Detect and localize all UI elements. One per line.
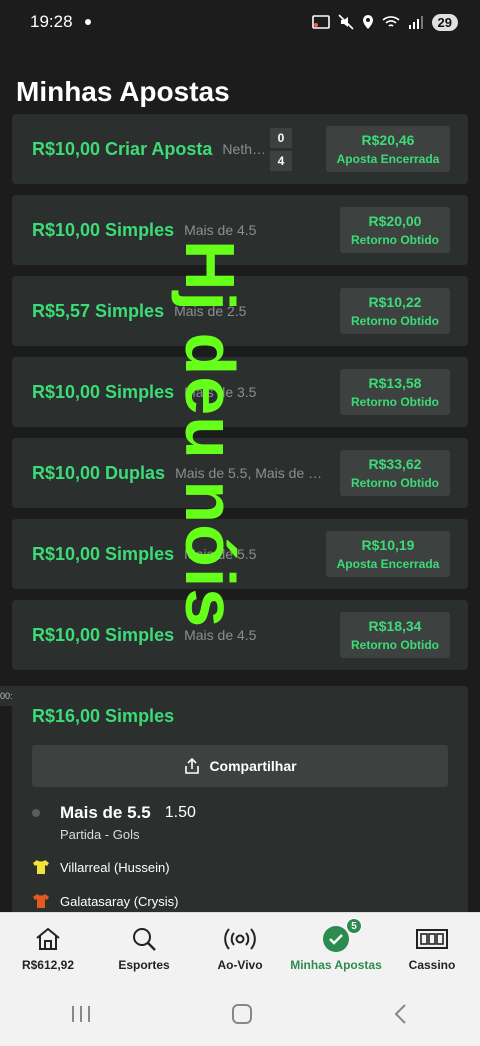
my-bets-badge: 5 — [346, 917, 362, 934]
bet-return-amount: R$20,00 — [368, 213, 422, 229]
back-icon[interactable] — [391, 1002, 411, 1026]
bet-return-amount: R$13,58 — [368, 375, 422, 391]
score-home: 0 — [270, 128, 292, 148]
expanded-bet-title: R$16,00 Simples — [32, 706, 175, 726]
bet-status: Retorno Obtido — [351, 395, 439, 409]
signal-icon — [408, 16, 423, 29]
bottom-nav: R$612,92 Esportes Ao-Vivo 5 Minhas Apost… — [0, 912, 480, 982]
bet-card[interactable]: R$10,00 Simples Mais de 4.5 R$20,00 Reto… — [12, 195, 468, 265]
bet-card[interactable]: R$10,00 Criar Aposta Nethe… 0 4 R$20,46 … — [12, 114, 468, 184]
bet-return-amount: R$10,19 — [361, 537, 415, 553]
nav-live[interactable]: Ao-Vivo — [192, 924, 288, 972]
notification-dot — [84, 19, 91, 25]
live-icon — [224, 927, 256, 950]
bet-title: R$10,00 Simples — [32, 543, 175, 564]
bet-subtitle: Nethe… — [222, 141, 271, 157]
nav-sports-label: Esportes — [118, 957, 170, 972]
nav-casino[interactable]: Cassino — [384, 924, 480, 972]
nav-home-label: R$612,92 — [21, 957, 75, 972]
clock: 19:28 — [30, 12, 73, 31]
bet-card[interactable]: R$5,57 Simples Mais de 2.5 R$10,22 Retor… — [12, 276, 468, 346]
bet-title: R$10,00 Simples — [32, 381, 175, 402]
status-bar: 19:28 29 — [0, 0, 480, 44]
bet-return-badge: R$33,62 Retorno Obtido — [340, 450, 450, 496]
bet-title: R$10,00 Simples — [32, 219, 175, 240]
slot-machine-icon — [416, 928, 448, 949]
team-name: Galatasaray (Crysis) — [60, 893, 179, 909]
nav-live-label: Ao-Vivo — [217, 957, 263, 972]
score-box: 0 4 — [270, 128, 292, 174]
bet-status: Retorno Obtido — [351, 314, 439, 328]
bet-return-badge: R$18,34 Retorno Obtido — [340, 612, 450, 658]
bet-return-amount: R$33,62 — [368, 456, 422, 472]
bet-return-badge: R$13,58 Retorno Obtido — [340, 369, 450, 415]
bet-card[interactable]: R$10,00 Simples Mais de 5.5 R$10,19 Apos… — [12, 519, 468, 589]
bet-card[interactable]: R$10,00 Duplas Mais de 5.5, Mais de 4… R… — [12, 438, 468, 508]
score-away: 4 — [270, 151, 292, 171]
bet-list: R$10,00 Criar Aposta Nethe… 0 4 R$20,46 … — [12, 114, 468, 681]
bet-return-badge: R$10,19 Aposta Encerrada — [326, 531, 450, 577]
bet-card[interactable]: R$10,00 Simples Mais de 4.5 R$18,34 Reto… — [12, 600, 468, 670]
battery-indicator: 29 — [431, 13, 458, 31]
nav-home[interactable]: R$612,92 — [0, 924, 96, 972]
bet-return-amount: R$20,46 — [361, 132, 415, 148]
bet-return-amount: R$10,22 — [368, 294, 422, 310]
bet-title: R$10,00 Duplas — [32, 462, 166, 483]
share-label: Compartilhar — [209, 758, 297, 774]
selection-market: Partida - Gols — [60, 827, 140, 842]
bet-return-badge: R$20,46 Aposta Encerrada — [326, 126, 450, 172]
wifi-icon — [381, 16, 400, 27]
nav-sports[interactable]: Esportes — [96, 924, 192, 972]
bet-status: Retorno Obtido — [351, 476, 439, 490]
bet-return-badge: R$10,22 Retorno Obtido — [340, 288, 450, 334]
jersey-icon — [33, 860, 49, 874]
mute-icon — [337, 14, 354, 30]
nav-casino-label: Cassino — [408, 957, 456, 972]
bet-return-amount: R$18,34 — [368, 618, 422, 634]
share-button[interactable]: Compartilhar — [32, 745, 448, 787]
team-row: Galatasaray (Crysis) — [32, 892, 448, 910]
system-nav-bar — [0, 982, 480, 1046]
nav-my-bets[interactable]: 5 Minhas Apostas — [288, 917, 384, 972]
location-icon — [362, 15, 373, 29]
home-icon — [36, 927, 60, 950]
page-title: Minhas Apostas — [16, 76, 230, 107]
selection-row: Mais de 5.5 1.50 — [32, 803, 448, 823]
home-button-icon[interactable] — [230, 1002, 254, 1026]
bet-card[interactable]: R$10,00 Simples Mais de 3.5 R$13,58 Reto… — [12, 357, 468, 427]
bet-return-badge: R$20,00 Retorno Obtido — [340, 207, 450, 253]
bet-subtitle: Mais de 5.5, Mais de 4… — [175, 465, 326, 481]
bet-title: R$10,00 Simples — [32, 624, 175, 645]
selection-dot — [32, 809, 40, 817]
bet-title: R$10,00 Criar Aposta — [32, 138, 213, 159]
bet-status: Aposta Encerrada — [336, 152, 440, 166]
nav-my-bets-label: Minhas Apostas — [290, 957, 382, 972]
cast-icon — [311, 15, 330, 29]
expanded-bet-card: R$16,00 Simples Compartilhar Mais de 5.5… — [12, 686, 468, 916]
team-name: Villarreal (Hussein) — [60, 859, 170, 875]
jersey-icon — [33, 894, 49, 908]
selection-odd: 1.50 — [164, 804, 196, 821]
bet-status: Aposta Encerrada — [336, 557, 440, 571]
bet-status: Retorno Obtido — [351, 638, 439, 652]
search-icon — [133, 927, 156, 951]
team-row: Villarreal (Hussein) — [32, 858, 448, 876]
share-icon — [185, 757, 200, 774]
recent-apps-icon[interactable] — [69, 1004, 93, 1024]
selection-name: Mais de 5.5 — [60, 803, 151, 822]
bet-title: R$5,57 Simples — [32, 300, 165, 321]
bet-status: Retorno Obtido — [351, 233, 439, 247]
